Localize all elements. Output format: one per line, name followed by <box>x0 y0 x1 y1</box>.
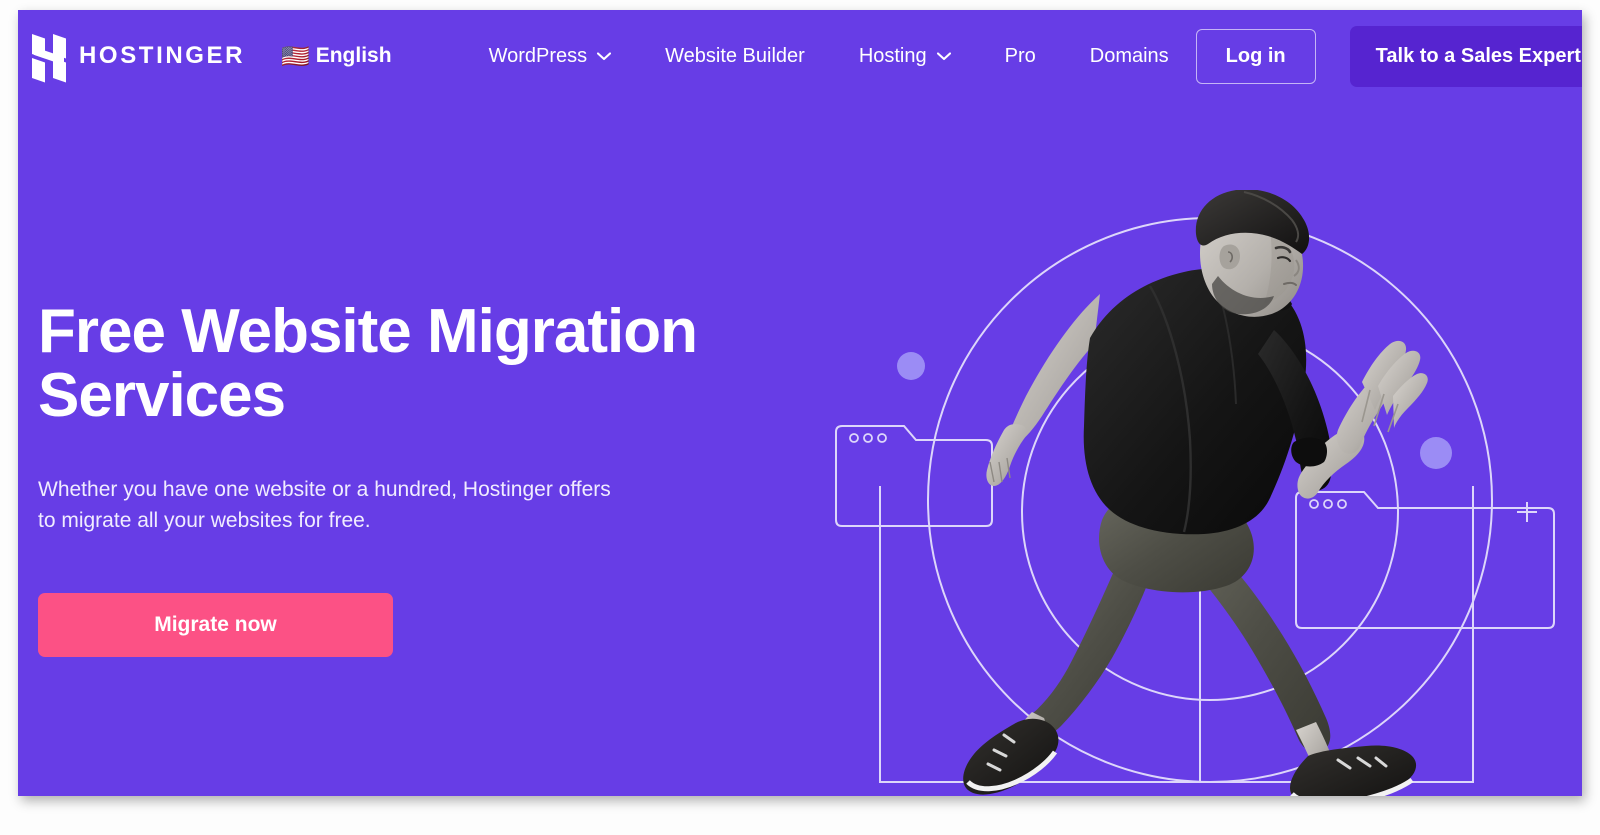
plus-icon <box>1517 502 1537 522</box>
nav-label-wordpress: WordPress <box>488 44 588 67</box>
accent-dot-right <box>1420 437 1452 469</box>
header-actions: Log in Talk to a Sales Expert <box>1195 25 1582 87</box>
site-header: HOSTINGER 🇺🇸 English WordPress Website B… <box>18 10 1582 102</box>
screenshot-frame: HOSTINGER 🇺🇸 English WordPress Website B… <box>0 0 1600 835</box>
nav-item-wordpress[interactable]: WordPress <box>462 39 639 74</box>
brand-name: HOSTINGER <box>79 42 246 69</box>
nav-item-website-builder[interactable]: Website Builder <box>638 39 832 74</box>
migrate-now-button[interactable]: Migrate now <box>38 592 393 657</box>
talk-to-sales-expert-button[interactable]: Talk to a Sales Expert <box>1349 25 1582 87</box>
main-navigation: WordPress Website Builder Hosting Pro Do… <box>462 39 1196 74</box>
nav-label-domains: Domains <box>1089 44 1169 67</box>
nav-item-hosting[interactable]: Hosting <box>832 39 978 74</box>
nav-label-pro: Pro <box>1004 44 1036 67</box>
window-dots <box>849 433 887 443</box>
nav-label-hosting: Hosting <box>858 44 927 67</box>
nav-item-domains[interactable]: Domains <box>1063 39 1196 74</box>
nav-label-website-builder: Website Builder <box>665 44 805 67</box>
brand-logo[interactable]: HOSTINGER <box>32 33 246 83</box>
nav-item-pro[interactable]: Pro <box>978 39 1063 74</box>
hostinger-landing-page: HOSTINGER 🇺🇸 English WordPress Website B… <box>18 10 1582 796</box>
hero-subtitle: Whether you have one website or a hundre… <box>38 477 611 533</box>
page-title: Free Website Migration Services <box>38 297 698 431</box>
right-browser-window <box>1295 491 1555 629</box>
language-label: English <box>315 44 392 67</box>
window-dots <box>1309 499 1347 509</box>
chevron-down-icon <box>936 51 951 61</box>
left-browser-window <box>835 425 993 527</box>
us-flag-icon: 🇺🇸 <box>281 42 310 69</box>
hostinger-h-logo-icon <box>32 34 66 83</box>
login-button[interactable]: Log in <box>1195 28 1316 84</box>
running-man-illustration <box>835 190 1555 796</box>
chevron-down-icon <box>597 51 612 61</box>
language-switcher[interactable]: 🇺🇸 English <box>281 44 391 68</box>
hero-copy: Free Website Migration Services Whether … <box>38 297 718 657</box>
hero-illustration <box>818 190 1582 796</box>
accent-dot-left <box>897 352 925 380</box>
